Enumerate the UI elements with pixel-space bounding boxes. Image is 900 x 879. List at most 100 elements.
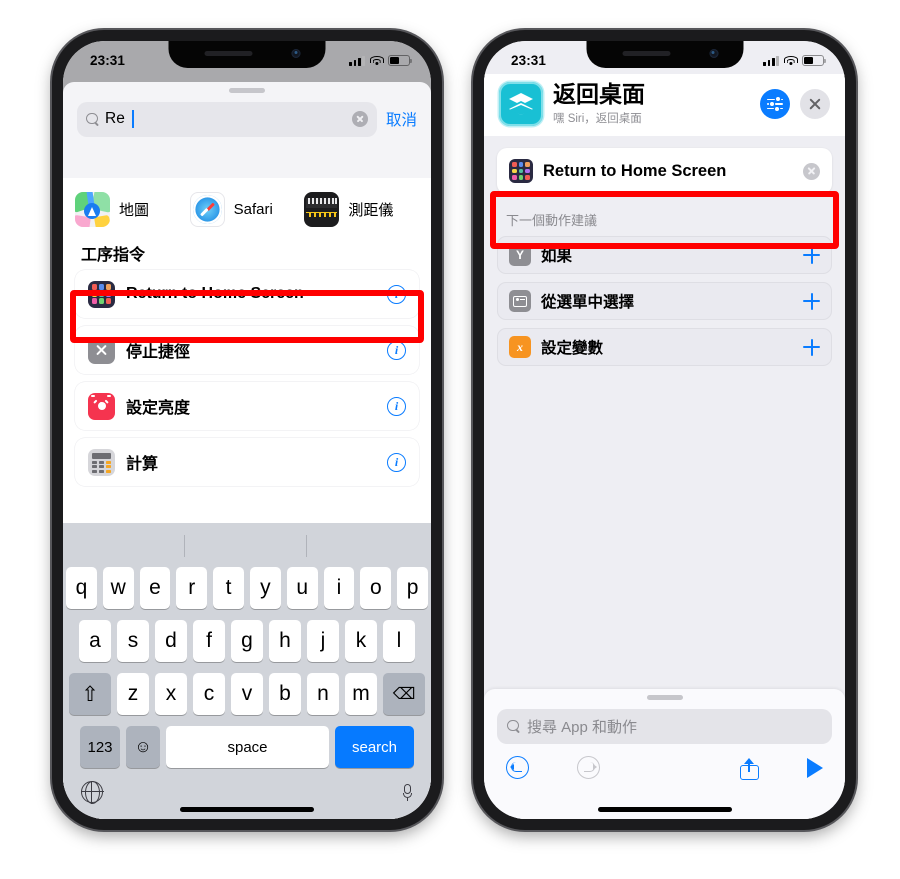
numbers-key[interactable]: 123 xyxy=(80,726,120,768)
search-icon xyxy=(507,719,520,733)
backspace-key[interactable]: ⌫ xyxy=(383,673,425,715)
app-suggestion-measure[interactable]: 測距儀 xyxy=(304,192,419,227)
run-button[interactable] xyxy=(807,757,823,778)
key-c[interactable]: c xyxy=(193,673,225,715)
globe-icon[interactable] xyxy=(80,780,104,804)
info-icon[interactable]: i xyxy=(387,284,406,304)
key-r[interactable]: r xyxy=(176,567,208,609)
key-e[interactable]: e xyxy=(139,567,171,609)
result-row-set-brightness[interactable]: 設定亮度 i xyxy=(75,382,419,430)
app-suggestion-maps[interactable]: 地圖 xyxy=(75,192,190,227)
emoji-key[interactable]: ☺ xyxy=(126,726,160,768)
key-k[interactable]: k xyxy=(345,620,377,662)
front-camera-icon xyxy=(291,49,301,58)
info-icon[interactable]: i xyxy=(387,340,406,360)
close-icon xyxy=(808,97,822,111)
section-header-shortcuts: 工序指令 xyxy=(81,247,146,264)
remove-icon[interactable] xyxy=(803,162,820,180)
left-phone-frame: 23:31 Re 取消 地圖 Safari 測距儀 工序指令 Return to… xyxy=(52,30,442,830)
key-a[interactable]: a xyxy=(79,620,111,662)
redo-button[interactable] xyxy=(577,756,600,779)
left-phone-screen: 23:31 Re 取消 地圖 Safari 測距儀 工序指令 Return to… xyxy=(63,41,431,819)
search-key[interactable]: search xyxy=(335,726,414,768)
key-g[interactable]: g xyxy=(231,620,263,662)
cellular-signal-icon xyxy=(763,55,779,66)
key-o[interactable]: o xyxy=(360,567,392,609)
key-p[interactable]: p xyxy=(397,567,428,609)
keyboard-row-2: a s d f g h j k l xyxy=(63,620,431,662)
app-action-search-input[interactable]: 搜尋 App 和動作 xyxy=(497,708,832,744)
branch-icon: Y xyxy=(509,244,531,266)
key-h[interactable]: h xyxy=(269,620,301,662)
home-indicator[interactable] xyxy=(180,807,314,812)
plus-icon[interactable] xyxy=(803,246,820,264)
app-grid-icon xyxy=(88,280,115,308)
key-v[interactable]: v xyxy=(231,673,263,715)
app-suggestion-safari[interactable]: Safari xyxy=(189,192,305,227)
bottom-sheet: 搜尋 App 和動作 xyxy=(484,689,845,819)
undo-button[interactable] xyxy=(506,756,529,779)
result-row-return-to-home-screen[interactable]: Return to Home Screen i xyxy=(75,270,419,318)
key-i[interactable]: i xyxy=(323,567,355,609)
info-icon[interactable]: i xyxy=(387,396,406,416)
shortcut-app-icon xyxy=(499,82,543,126)
key-z[interactable]: z xyxy=(117,673,149,715)
suggestion-row-set-variable[interactable]: x 設定變數 xyxy=(497,328,832,366)
key-l[interactable]: l xyxy=(383,620,415,662)
result-label: 計算 xyxy=(126,456,159,473)
action-row-return-to-home-screen[interactable]: Return to Home Screen xyxy=(497,148,832,194)
key-s[interactable]: s xyxy=(117,620,149,662)
keyboard-row-1: q w e r t y u i o p xyxy=(63,567,431,609)
measure-icon xyxy=(304,192,340,227)
layers-icon xyxy=(509,93,533,115)
key-w[interactable]: w xyxy=(102,567,134,609)
info-icon[interactable]: i xyxy=(387,452,406,472)
home-indicator[interactable] xyxy=(597,807,732,812)
suggestion-row-if[interactable]: Y 如果 xyxy=(497,236,832,274)
cancel-button[interactable]: 取消 xyxy=(386,108,417,130)
suggestion-label: 如果 xyxy=(541,248,573,265)
keyboard-row-4: 123 ☺ space search xyxy=(63,726,431,768)
key-u[interactable]: u xyxy=(286,567,318,609)
key-b[interactable]: b xyxy=(269,673,301,715)
key-d[interactable]: d xyxy=(155,620,187,662)
bottom-sheet-grabber[interactable] xyxy=(646,695,683,700)
shift-key[interactable]: ⇧ xyxy=(69,673,111,715)
editor-toolbar xyxy=(484,744,845,780)
x-mark-icon xyxy=(88,336,115,364)
key-j[interactable]: j xyxy=(307,620,339,662)
search-input[interactable]: Re xyxy=(77,101,377,137)
key-q[interactable]: q xyxy=(66,567,97,609)
microphone-icon[interactable] xyxy=(402,783,413,801)
suggestions-header: 下一個動作建議 xyxy=(506,213,598,228)
screenshot-canvas: 23:31 Re 取消 地圖 Safari 測距儀 工序指令 Return to… xyxy=(0,0,900,879)
key-y[interactable]: y xyxy=(250,567,281,609)
on-screen-keyboard: q w e r t y u i o p a s d f g h j k l ⇧ … xyxy=(63,523,431,819)
suggestion-row-choose-from-menu[interactable]: 從選單中選擇 xyxy=(497,282,832,320)
app-grid-icon xyxy=(509,159,533,183)
share-button[interactable] xyxy=(740,756,759,780)
close-button[interactable] xyxy=(800,89,830,119)
front-camera-icon xyxy=(709,49,718,58)
wifi-icon xyxy=(369,55,384,66)
safari-icon xyxy=(189,192,225,227)
action-label: Return to Home Screen xyxy=(543,161,727,180)
key-m[interactable]: m xyxy=(345,673,377,715)
result-label: Return to Home Screen xyxy=(126,285,304,302)
key-x[interactable]: x xyxy=(155,673,187,715)
search-placeholder: 搜尋 App 和動作 xyxy=(527,718,638,736)
key-n[interactable]: n xyxy=(307,673,339,715)
plus-icon[interactable] xyxy=(803,338,820,356)
battery-icon xyxy=(802,55,827,66)
key-t[interactable]: t xyxy=(213,567,244,609)
keyboard-bottom-row xyxy=(63,779,431,804)
key-f[interactable]: f xyxy=(193,620,225,662)
result-row-stop-shortcut[interactable]: 停止捷徑 i xyxy=(75,326,419,374)
clear-search-button[interactable] xyxy=(351,111,368,127)
maps-icon xyxy=(75,192,110,227)
shortcut-settings-button[interactable] xyxy=(760,89,790,119)
space-key[interactable]: space xyxy=(166,726,329,768)
result-row-calculate[interactable]: 計算 i xyxy=(75,438,419,486)
notch xyxy=(586,41,743,68)
plus-icon[interactable] xyxy=(803,292,820,310)
